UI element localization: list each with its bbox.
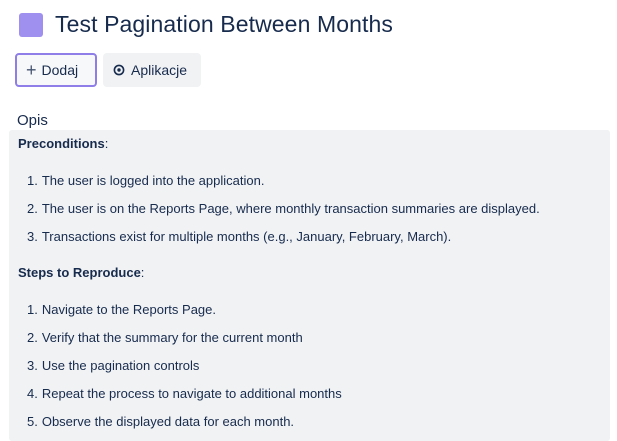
issue-header: Test Pagination Between Months (19, 11, 393, 38)
list-item-number: 2. (27, 201, 38, 216)
preconditions-heading-colon: : (104, 136, 109, 151)
list-item-number: 4. (27, 386, 38, 401)
apps-button[interactable]: Aplikacje (103, 53, 201, 87)
list-item-number: 1. (27, 173, 38, 188)
plus-icon: + (26, 60, 37, 80)
list-item-text: The user is on the Reports Page, where m… (41, 201, 540, 216)
steps-heading: Steps to Reproduce: (18, 266, 610, 280)
apps-button-label: Aplikacje (131, 62, 188, 78)
preconditions-heading-text: Preconditions (18, 136, 105, 151)
list-item-number: 3. (27, 229, 38, 244)
list-item-number: 5. (27, 414, 38, 429)
issue-type-icon (19, 12, 43, 37)
preconditions-list: 1. The user is logged into the applicatio… (18, 167, 610, 251)
description-label: Opis (17, 112, 48, 129)
description-field[interactable]: Preconditions: 1. The user is logged into… (9, 130, 610, 441)
issue-toolbar: + Dodaj Aplikacje (15, 53, 201, 87)
apps-icon (113, 64, 125, 76)
list-item: 1. Navigate to the Reports Page. (18, 296, 610, 324)
list-item: 2. Verify that the summary for the curren… (18, 324, 610, 352)
list-item-number: 2. (27, 330, 38, 345)
list-item: 1. The user is logged into the applicatio… (18, 167, 610, 195)
steps-heading-colon: : (140, 265, 145, 280)
steps-heading-text: Steps to Reproduce (18, 265, 141, 280)
issue-view: Test Pagination Between Months + Dodaj A… (0, 0, 617, 441)
list-item: 3. Transactions exist for multiple months… (18, 223, 610, 251)
preconditions-heading: Preconditions: (18, 137, 610, 151)
list-item: 5. Observe the displayed data for each mo… (18, 408, 610, 436)
add-button-label: Dodaj (41, 62, 79, 78)
list-item-number: 3. (27, 358, 38, 373)
add-button[interactable]: + Dodaj (15, 53, 97, 87)
list-item-text: The user is logged into the application. (41, 173, 265, 188)
list-item: 4. Repeat the process to navigate to addi… (18, 380, 610, 408)
list-item-text: Transactions exist for multiple months (… (41, 229, 452, 244)
list-item-text: Navigate to the Reports Page. (41, 302, 217, 317)
list-item-text: Observe the displayed data for each mont… (41, 414, 295, 429)
list-item: 2. The user is on the Reports Page, where… (18, 195, 610, 223)
page-title[interactable]: Test Pagination Between Months (55, 11, 393, 38)
list-item-text: Use the pagination controls (41, 358, 200, 373)
list-item-text: Repeat the process to navigate to additi… (41, 386, 342, 401)
steps-list: 1. Navigate to the Reports Page. 2. Verify… (18, 296, 610, 436)
list-item: 3. Use the pagination controls (18, 352, 610, 380)
list-item-number: 1. (27, 302, 38, 317)
list-item-text: Verify that the summary for the current … (41, 330, 303, 345)
